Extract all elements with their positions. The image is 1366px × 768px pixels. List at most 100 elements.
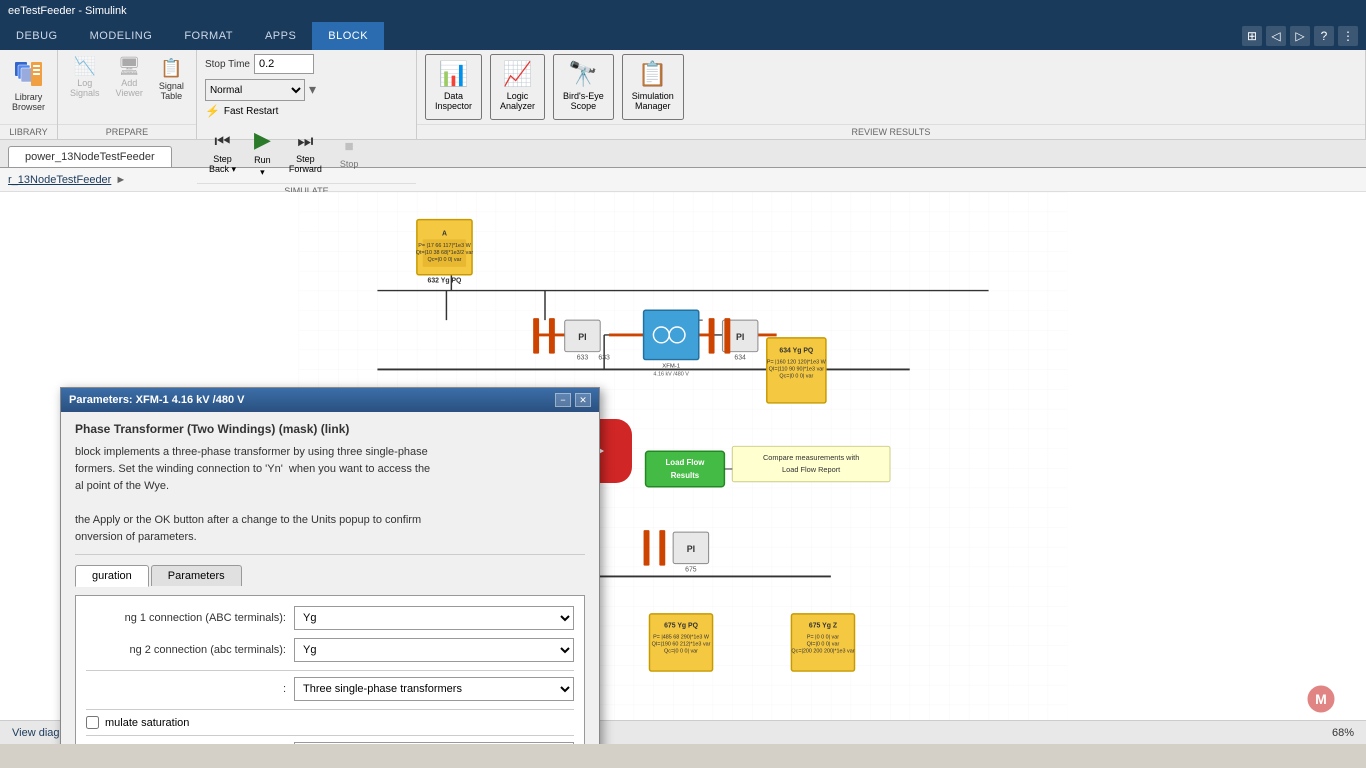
step-forward-btn[interactable]: ⏭ StepForward <box>281 128 330 177</box>
fast-restart-row: ⚡ Fast Restart <box>205 104 408 118</box>
birds-eye-scope-icon: 🔭 <box>568 60 598 89</box>
library-browser-label: LibraryBrowser <box>12 92 45 112</box>
review-section: 📊 DataInspector 📈 LogicAnalyzer 🔭 Bird's… <box>417 50 1366 139</box>
app-title: eeTestFeeder - Simulink <box>8 5 127 17</box>
form-divider2 <box>86 709 574 710</box>
type-row: : Three single-phase transformers <box>86 677 574 701</box>
ribbon-tabs: DEBUG MODELING FORMAT APPS BLOCK ⊞ ◁ ▷ ?… <box>0 22 1366 50</box>
prepare-section: 📉 LogSignals 🖥 AddViewer 📋 SignalTable P… <box>58 50 197 139</box>
dialog-titlebar: Parameters: XFM-1 4.16 kV /480 V − ✕ <box>61 388 599 412</box>
add-viewer-btn[interactable]: 🖥 AddViewer <box>110 54 149 100</box>
step-forward-icon: ⏭ <box>297 131 313 152</box>
breadcrumb-path[interactable]: r_13NodeTestFeeder <box>8 174 111 186</box>
dialog-titlebar-buttons: − ✕ <box>555 393 591 407</box>
library-browser-icon <box>13 58 45 90</box>
winding2-select[interactable]: Yg <box>294 638 574 662</box>
stop-btn[interactable]: ⏹ Stop <box>332 133 367 172</box>
dialog-minimize-btn[interactable]: − <box>555 393 571 407</box>
tab-modeling[interactable]: MODELING <box>74 22 169 50</box>
winding2-row: ng 2 connection (abc terminals): Yg <box>86 638 574 662</box>
ribbon-settings-btn[interactable]: ⋮ <box>1338 26 1358 46</box>
add-viewer-label: AddViewer <box>116 78 143 98</box>
log-signals-btn[interactable]: 📉 LogSignals <box>64 54 106 100</box>
dialog-tabs: guration Parameters <box>75 565 585 586</box>
tab-format[interactable]: FORMAT <box>168 22 249 50</box>
dialog-overlay: Parameters: XFM-1 4.16 kV /480 V − ✕ Pha… <box>0 192 1366 744</box>
run-icon: ▶ <box>254 127 271 153</box>
add-viewer-icon: 🖥 <box>118 56 141 77</box>
winding2-label: ng 2 connection (abc terminals): <box>86 644 286 656</box>
type-label: : <box>86 683 286 695</box>
simulation-manager-icon: 📋 <box>638 60 668 89</box>
dialog-body: Phase Transformer (Two Windings) (mask) … <box>61 412 599 744</box>
form-divider3 <box>86 735 574 736</box>
logic-analyzer-btn[interactable]: 📈 LogicAnalyzer <box>490 54 545 120</box>
step-back-label: StepBack ▾ <box>209 154 236 175</box>
signal-table-btn[interactable]: 📋 SignalTable <box>153 54 190 105</box>
winding1-select[interactable]: Yg <box>294 606 574 630</box>
main-area: A P= |17 66 117|*1e3 W Qt=|10 38 68|*1e3… <box>0 192 1366 744</box>
stop-time-input[interactable] <box>254 54 314 74</box>
log-signals-icon: 📉 <box>74 56 96 77</box>
dialog-description: block implements a three-phase transform… <box>75 444 585 555</box>
signal-table-icon: 📋 <box>160 58 182 79</box>
ribbon-forward-btn[interactable]: ▷ <box>1290 26 1310 46</box>
data-inspector-icon: 📊 <box>439 60 469 89</box>
fast-restart-label: Fast Restart <box>224 106 278 117</box>
birds-eye-scope-label: Bird's-EyeScope <box>563 91 604 111</box>
signal-table-label: SignalTable <box>159 81 184 101</box>
run-btn[interactable]: ▶ Run ▾ <box>246 124 279 181</box>
simulate-section: Stop Time Normal ▾ ⚡ Fast Restart ⏮ Step… <box>197 50 417 139</box>
data-inspector-label: DataInspector <box>435 91 472 111</box>
fast-restart-icon: ⚡ <box>205 104 220 118</box>
form-divider1 <box>86 670 574 671</box>
dialog-tab-parameters[interactable]: Parameters <box>151 565 242 586</box>
mode-select[interactable]: Normal <box>205 79 305 101</box>
ribbon-help-btn[interactable]: ? <box>1314 26 1334 46</box>
dialog-tab-content: ng 1 connection (ABC terminals): Yg ng 2… <box>75 595 585 744</box>
type-select[interactable]: Three single-phase transformers <box>294 677 574 701</box>
model-tab[interactable]: power_13NodeTestFeeder <box>8 146 172 167</box>
dialog-title: Parameters: XFM-1 4.16 kV /480 V <box>69 394 244 406</box>
tab-debug[interactable]: DEBUG <box>0 22 74 50</box>
library-section: LibraryBrowser LIBRARY <box>0 50 58 139</box>
simulation-manager-btn[interactable]: 📋 SimulationManager <box>622 54 684 120</box>
ribbon-toolbar: LibraryBrowser LIBRARY 📉 LogSignals 🖥 Ad… <box>0 50 1366 140</box>
step-back-icon: ⏮ <box>214 131 230 152</box>
dialog-close-btn[interactable]: ✕ <box>575 393 591 407</box>
title-bar: eeTestFeeder - Simulink <box>0 0 1366 22</box>
mode-dropdown-arrow[interactable]: ▾ <box>309 81 316 98</box>
library-browser-btn[interactable]: LibraryBrowser <box>6 54 51 116</box>
measurements-select[interactable]: None <box>294 742 574 744</box>
breadcrumb-separator: ► <box>115 174 126 186</box>
data-inspector-btn[interactable]: 📊 DataInspector <box>425 54 482 120</box>
library-section-label: LIBRARY <box>0 124 57 139</box>
simulation-manager-label: SimulationManager <box>632 91 674 111</box>
measurements-row: urements None <box>86 742 574 744</box>
saturation-checkbox[interactable] <box>86 716 99 729</box>
review-section-label: REVIEW RESULTS <box>417 124 1365 139</box>
ribbon-icon-btn-1[interactable]: ⊞ <box>1242 26 1262 46</box>
tab-block[interactable]: BLOCK <box>312 22 384 50</box>
winding1-label: ng 1 connection (ABC terminals): <box>86 612 286 624</box>
prepare-section-label: PREPARE <box>58 124 196 139</box>
logic-analyzer-icon: 📈 <box>503 60 533 89</box>
saturation-row: mulate saturation <box>86 716 574 729</box>
sim-buttons-row: ⏮ StepBack ▾ ▶ Run ▾ ⏭ StepForward ⏹ Sto… <box>197 122 416 183</box>
tab-apps[interactable]: APPS <box>249 22 312 50</box>
mode-row: Normal ▾ <box>205 77 408 101</box>
birds-eye-scope-btn[interactable]: 🔭 Bird's-EyeScope <box>553 54 614 120</box>
stop-time-group: Stop Time <box>205 54 408 74</box>
ribbon-back-btn[interactable]: ◁ <box>1266 26 1286 46</box>
dialog-tab-configuration[interactable]: guration <box>75 565 149 587</box>
dialog-header: Phase Transformer (Two Windings) (mask) … <box>75 422 585 436</box>
step-forward-label: StepForward <box>289 154 322 174</box>
logic-analyzer-label: LogicAnalyzer <box>500 91 535 111</box>
winding1-row: ng 1 connection (ABC terminals): Yg <box>86 606 574 630</box>
run-label: Run <box>254 155 271 165</box>
step-back-btn[interactable]: ⏮ StepBack ▾ <box>201 128 244 178</box>
ribbon-right-buttons: ⊞ ◁ ▷ ? ⋮ <box>1242 22 1366 50</box>
run-dropdown: ▾ <box>260 167 265 178</box>
dialog: Parameters: XFM-1 4.16 kV /480 V − ✕ Pha… <box>60 387 600 744</box>
log-signals-label: LogSignals <box>70 78 100 98</box>
